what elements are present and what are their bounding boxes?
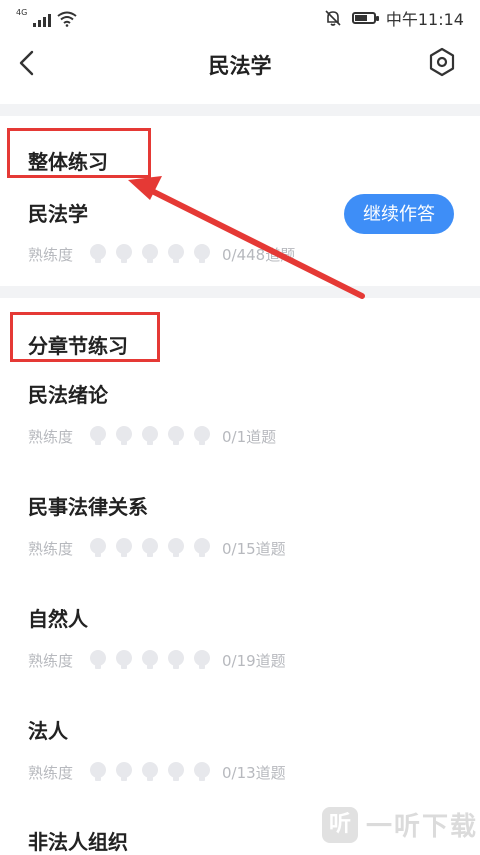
bell-muted-icon	[325, 10, 341, 26]
overall-item-title[interactable]: 民法学	[28, 198, 88, 227]
watermark-logo: 听	[322, 806, 358, 843]
bulb-icon	[142, 762, 158, 782]
proficiency-label: 熟练度	[28, 427, 74, 446]
chapter-progress: 熟练度 0/13道题	[28, 760, 286, 784]
bulb-icon	[168, 650, 184, 670]
chapter-title[interactable]: 非法人组织	[28, 826, 128, 855]
bulb-icon	[90, 426, 106, 446]
wifi-icon	[57, 11, 77, 27]
proficiency-label: 熟练度	[28, 245, 74, 264]
watermark: 听 一听下载	[322, 806, 478, 843]
bulb-icon	[142, 538, 158, 558]
bulb-icon	[90, 650, 106, 670]
overall-progress: 熟练度 0/448道题	[28, 242, 295, 266]
nav-bar: 民法学	[0, 34, 480, 94]
bulb-icon	[116, 762, 132, 782]
chapter-title[interactable]: 法人	[28, 715, 68, 744]
settings-icon[interactable]	[426, 46, 458, 78]
chapter-progress: 熟练度 0/1道题	[28, 424, 276, 448]
chapter-title[interactable]: 自然人	[28, 603, 88, 632]
bulb-icon	[194, 762, 210, 782]
bulb-icon	[194, 244, 210, 264]
highlight-box	[7, 128, 151, 178]
page-title: 民法学	[208, 54, 272, 78]
network-type: 4G	[16, 8, 28, 17]
chapter-title[interactable]: 民事法律关系	[28, 491, 148, 520]
bulb-icon	[90, 762, 106, 782]
bulb-icon	[194, 538, 210, 558]
bulb-icon	[168, 762, 184, 782]
bulb-icon	[90, 244, 106, 264]
bulb-icon	[116, 426, 132, 446]
section-divider	[0, 104, 480, 116]
proficiency-label: 熟练度	[28, 539, 74, 558]
bulb-icon	[194, 426, 210, 446]
proficiency-label: 熟练度	[28, 651, 74, 670]
bulb-icon	[142, 244, 158, 264]
question-count: 0/15道题	[222, 539, 286, 558]
bulb-icon	[116, 244, 132, 264]
bulb-icon	[90, 538, 106, 558]
continue-button[interactable]: 继续作答	[344, 194, 454, 234]
proficiency-label: 熟练度	[28, 763, 74, 782]
bulb-icon	[168, 244, 184, 264]
bulb-icon	[142, 426, 158, 446]
signal-icon	[33, 14, 52, 27]
watermark-text: 一听下载	[366, 812, 479, 842]
bulb-icon	[116, 538, 132, 558]
battery-icon	[351, 12, 379, 24]
highlight-box	[10, 312, 160, 362]
status-bar: 4G 中午11:14	[0, 0, 480, 34]
chapter-title[interactable]: 民法绪论	[28, 379, 108, 408]
status-time: 中午11:14	[385, 10, 464, 29]
chapter-progress: 熟练度 0/15道题	[28, 536, 286, 560]
bulb-icon	[116, 650, 132, 670]
chapter-progress: 熟练度 0/19道题	[28, 648, 286, 672]
bulb-icon	[168, 538, 184, 558]
question-count: 0/19道题	[222, 651, 286, 670]
bulb-icon	[142, 650, 158, 670]
question-count: 0/13道题	[222, 763, 286, 782]
bulb-icon	[168, 426, 184, 446]
bulb-icon	[194, 650, 210, 670]
question-count: 0/1道题	[222, 427, 277, 446]
section-divider	[0, 286, 480, 298]
question-count: 0/448道题	[222, 245, 296, 264]
